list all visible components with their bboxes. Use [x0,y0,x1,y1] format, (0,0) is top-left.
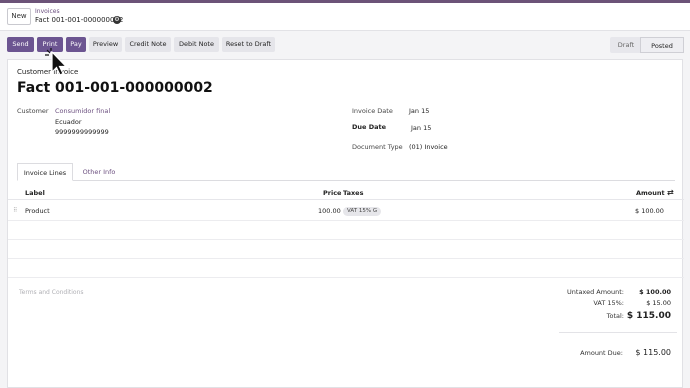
gear-icon[interactable]: ⚙ [113,16,121,24]
totals-divider [559,332,677,333]
customer-name-link[interactable]: Consumidor final [55,107,110,115]
column-label[interactable]: Label [25,184,45,202]
untaxed-amount-label: Untaxed Amount: [567,288,624,296]
tab-invoice-lines[interactable]: Invoice Lines [17,163,73,181]
tax-badge[interactable]: VAT 15% G [343,207,382,216]
preview-button[interactable]: Preview [89,37,122,52]
column-price[interactable]: Price [323,184,341,202]
status-posted[interactable]: Posted [640,37,684,53]
action-bar: Send Print Pay Preview Credit Note Debit… [0,33,690,57]
debit-note-button[interactable]: Debit Note [174,37,219,52]
breadcrumb-invoices-link[interactable]: Invoices [35,8,60,15]
status-draft[interactable]: Draft [610,37,642,53]
invoice-number: Fact 001-001-000000002 [17,80,213,96]
table-row[interactable]: ⠿ Product 100.00 VAT 15% G $ 100.00 [8,202,684,221]
new-button[interactable]: New [7,8,31,25]
table-row-empty [8,259,684,278]
breadcrumb-current: Fact 001-001-000000002 [35,16,124,24]
invoice-form-sheet: Customer Invoice Fact 001-001-000000002 … [7,59,684,388]
column-options-icon[interactable]: ⇄ [667,184,674,202]
amount-due-label: Amount Due: [580,349,623,357]
customer-country: Ecuador [55,118,82,126]
send-button[interactable]: Send [7,37,34,52]
amount-due-value: $ 115.00 [635,348,671,357]
invoice-lines-header: Label Price Taxes Amount ⇄ [8,184,684,200]
column-taxes[interactable]: Taxes [343,184,363,202]
column-amount[interactable]: Amount [636,184,665,202]
line-amount: $ 100.00 [635,207,664,215]
table-row-empty [8,221,684,240]
customer-label: Customer [17,107,49,115]
drag-handle-icon[interactable]: ⠿ [13,202,17,220]
terms-and-conditions-field[interactable]: Terms and Conditions [19,289,84,296]
document-type-label: Document Type [352,143,403,151]
customer-vat: 9999999999999 [55,128,109,136]
line-price[interactable]: 100.00 [318,202,341,220]
total-value: $ 115.00 [626,311,671,321]
reset-to-draft-button[interactable]: Reset to Draft [222,37,275,52]
untaxed-amount-value: $ 100.00 [639,288,671,296]
due-date-field[interactable]: Jan 15 [411,124,431,132]
vat-value: $ 15.00 [646,299,671,307]
invoice-date-label: Invoice Date [352,107,393,115]
document-type-field[interactable]: (01) Invoice [409,143,448,151]
tab-other-info[interactable]: Other Info [79,163,119,181]
vat-label: VAT 15%: [593,299,624,307]
mouse-pointer-icon [45,48,68,76]
credit-note-button[interactable]: Credit Note [125,37,171,52]
due-date-label: Due Date [352,123,386,131]
form-tabs: Invoice Lines Other Info [17,163,675,181]
control-panel: New Invoices Fact 001-001-000000002 ⚙ [0,3,690,31]
invoice-date-field[interactable]: Jan 15 [409,107,429,115]
table-row-empty [8,240,684,259]
line-label[interactable]: Product [25,202,50,220]
